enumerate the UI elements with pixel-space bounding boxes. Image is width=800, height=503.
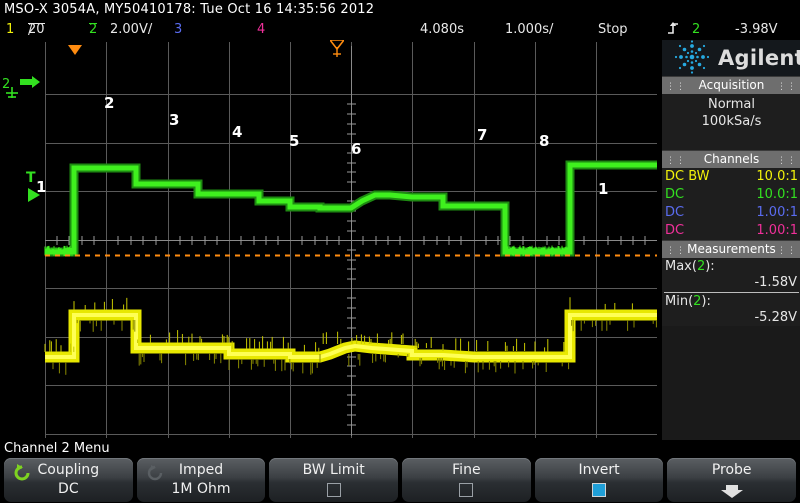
channel-4-coupling: DC <box>665 222 684 240</box>
acquisition-body: Normal 100kSa/s <box>662 94 800 150</box>
step-label-7: 7 <box>477 126 487 144</box>
waveform-plot-area[interactable]: 1 2 3 4 5 6 7 8 1 <box>0 40 660 440</box>
softkey-imped-label: Imped <box>137 462 266 478</box>
header-status-bar: 1 20/ 2 2.00V/ 3 4 4.080s 1.000s/ Stop 2… <box>0 21 800 39</box>
measurements-section-header[interactable]: ⋮⋮ Measurements ⋮⋮ <box>662 240 800 258</box>
trigger-edge-rising-icon[interactable] <box>667 21 680 40</box>
arrow-down-icon <box>720 483 744 502</box>
step-label-5: 5 <box>289 132 299 150</box>
channel-2-probe: 10.0:1 <box>756 186 798 204</box>
measurement-value-max: -1.58V <box>662 275 800 291</box>
softkey-invert[interactable]: Invert <box>535 458 664 502</box>
brand-name: Agilent <box>718 46 800 70</box>
step-label-1b: 1 <box>598 180 608 198</box>
bw-limit-checkbox[interactable] <box>327 483 341 497</box>
softkey-probe[interactable]: Probe <box>667 458 796 502</box>
brand-logo: Agilent <box>662 40 800 76</box>
step-label-3: 3 <box>169 111 179 129</box>
channel-1-indicator[interactable]: 1 <box>6 22 14 37</box>
channel-2-scale[interactable]: 2.00V/ <box>110 22 152 37</box>
fine-checkbox[interactable] <box>459 483 473 497</box>
waveform-traces <box>0 40 660 440</box>
svg-text:2: 2 <box>2 77 10 92</box>
channel-4-probe: 1.00:1 <box>756 222 798 240</box>
channels-body: DC BW 10.0:1 DC 10.0:1 DC 1.00:1 DC 1.00… <box>662 168 800 240</box>
measurements-title: Measurements <box>687 242 776 256</box>
timebase-delay[interactable]: 4.080s <box>420 22 464 37</box>
trigger-source[interactable]: 2 <box>692 22 700 37</box>
measurement-label-max: Max(2): <box>662 259 800 275</box>
channel-row-2[interactable]: DC 10.0:1 <box>662 186 800 204</box>
softkey-coupling-value: DC <box>4 481 133 497</box>
softkey-imped[interactable]: Imped 1M Ohm <box>137 458 266 502</box>
channels-title: Channels <box>704 152 760 166</box>
trigger-level-value[interactable]: -3.98V <box>735 22 778 37</box>
channel-3-probe: 1.00:1 <box>756 204 798 222</box>
drag-handle-left-icon: ⋮⋮ <box>666 79 686 96</box>
acquisition-state[interactable]: Stop <box>598 22 628 37</box>
step-label-2: 2 <box>104 94 114 112</box>
softkey-fine-label: Fine <box>402 462 531 478</box>
channel-2-ground-marker-icon[interactable]: 2 <box>2 76 44 104</box>
acquisition-mode: Normal <box>662 96 800 113</box>
drag-handle-right-icon: ⋮⋮ <box>777 79 797 96</box>
trigger-level-marker-icon[interactable]: T <box>26 170 46 210</box>
drag-handle-left-icon: ⋮⋮ <box>666 243 686 260</box>
svg-text:T: T <box>26 170 36 186</box>
step-label-8: 8 <box>539 132 549 150</box>
channel-1-probe: 10.0:1 <box>756 168 798 186</box>
softkey-row: Coupling DC Imped 1M Ohm BW Limit Fine I… <box>4 458 796 502</box>
menu-title: Channel 2 Menu <box>4 441 110 456</box>
channel-row-1[interactable]: DC BW 10.0:1 <box>662 168 800 186</box>
softkey-bw-limit-label: BW Limit <box>269 462 398 478</box>
step-label-6: 6 <box>351 140 361 158</box>
softkey-imped-value: 1M Ohm <box>137 481 266 497</box>
measurement-divider <box>664 292 799 293</box>
acquisition-sample-rate: 100kSa/s <box>662 113 800 130</box>
channel-3-coupling: DC <box>665 204 684 222</box>
channel-2-trace <box>45 165 657 252</box>
softkey-probe-label: Probe <box>667 462 796 478</box>
softkey-coupling[interactable]: Coupling DC <box>4 458 133 502</box>
drag-handle-left-icon: ⋮⋮ <box>666 153 686 170</box>
measurement-label-min: Min(2): <box>662 294 800 310</box>
softkey-bw-limit[interactable]: BW Limit <box>269 458 398 502</box>
channel-row-4[interactable]: DC 1.00:1 <box>662 222 800 240</box>
agilent-starburst-icon <box>666 40 718 76</box>
step-label-4: 4 <box>232 123 242 141</box>
softkey-invert-label: Invert <box>535 462 664 478</box>
instrument-title: MSO-X 3054A, MY50410178: Tue Oct 16 14:3… <box>4 2 374 17</box>
acquisition-section-header[interactable]: ⋮⋮ Acquisition ⋮⋮ <box>662 76 800 94</box>
oscilloscope-screen: MSO-X 3054A, MY50410178: Tue Oct 16 14:3… <box>0 0 800 503</box>
drag-handle-right-icon: ⋮⋮ <box>777 243 797 260</box>
softkey-coupling-label: Coupling <box>4 462 133 478</box>
channel-4-indicator[interactable]: 4 <box>257 22 265 37</box>
channel-1-trace <box>45 315 657 357</box>
right-sidebar: Agilent ⋮⋮ Acquisition ⋮⋮ Normal 100kSa/… <box>661 40 800 440</box>
drag-handle-right-icon: ⋮⋮ <box>777 153 797 170</box>
acquisition-title: Acquisition <box>699 78 765 92</box>
channel-2-coupling: DC <box>665 186 684 204</box>
channel-3-indicator[interactable]: 3 <box>174 22 182 37</box>
invert-checkbox[interactable] <box>592 483 606 497</box>
measurement-value-min: -5.28V <box>662 310 800 326</box>
softkey-menu: Channel 2 Menu Coupling DC Imped 1M Ohm … <box>0 441 800 503</box>
channels-section-header[interactable]: ⋮⋮ Channels ⋮⋮ <box>662 150 800 168</box>
channel-row-3[interactable]: DC 1.00:1 <box>662 204 800 222</box>
timebase-scale[interactable]: 1.000s/ <box>505 22 553 37</box>
measurements-body: Max(2): -1.58V Min(2): -5.28V <box>662 258 800 326</box>
softkey-fine[interactable]: Fine <box>402 458 531 502</box>
channel-1-coupling: DC BW <box>665 168 710 186</box>
